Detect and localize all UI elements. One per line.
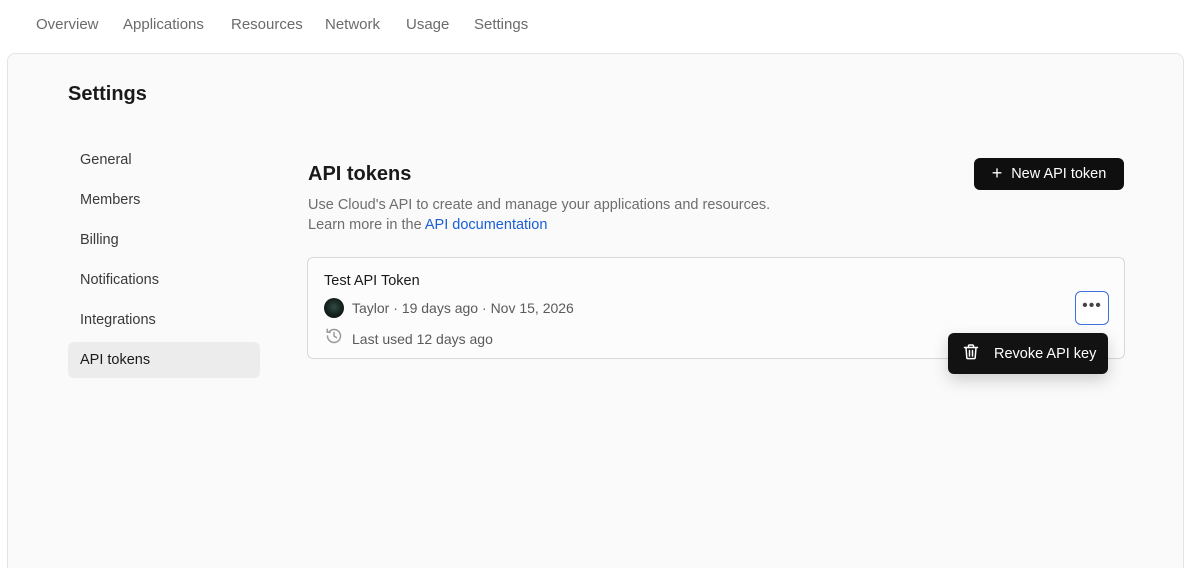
token-owner: Taylor: [352, 300, 390, 316]
api-documentation-link[interactable]: API documentation: [425, 217, 548, 233]
ellipsis-icon: •••: [1082, 296, 1102, 314]
sidebar-item-integrations[interactable]: Integrations: [68, 302, 260, 338]
nav-resources[interactable]: Resources: [231, 16, 303, 34]
token-created: 19 days ago: [401, 300, 479, 316]
meta-separator: ·: [393, 300, 398, 316]
section-description: Use Cloud's API to create and manage you…: [308, 195, 908, 235]
sidebar-item-members[interactable]: Members: [68, 182, 260, 218]
description-line-2-text: Learn more in the: [308, 217, 422, 233]
token-last-used: Last used 12 days ago: [324, 326, 493, 351]
nav-overview[interactable]: Overview: [36, 16, 99, 34]
last-used-text: Last used 12 days ago: [352, 330, 493, 347]
page-title: Settings: [68, 83, 147, 105]
nav-applications[interactable]: Applications: [123, 16, 204, 34]
description-line-1: Use Cloud's API to create and manage you…: [308, 197, 771, 213]
nav-network[interactable]: Network: [325, 16, 380, 34]
settings-panel: Settings General Members Billing Notific…: [7, 53, 1184, 568]
plus-icon: +: [991, 163, 1003, 183]
sidebar-item-billing[interactable]: Billing: [68, 222, 260, 258]
revoke-api-key-menu-item[interactable]: Revoke API key: [948, 333, 1108, 374]
token-expires: Nov 15, 2026: [490, 300, 574, 316]
sidebar-item-notifications[interactable]: Notifications: [68, 262, 260, 298]
description-line-2: Learn more in the API documentation: [308, 215, 908, 235]
avatar: [324, 298, 344, 318]
sidebar-item-api-tokens[interactable]: API tokens: [68, 342, 260, 378]
token-meta: Taylor · 19 days ago · Nov 15, 2026: [324, 298, 574, 318]
top-nav: Overview Applications Resources Network …: [0, 0, 1192, 52]
history-icon: [324, 326, 344, 351]
trash-icon: [962, 343, 980, 365]
section-title: API tokens: [308, 163, 412, 185]
nav-settings[interactable]: Settings: [474, 16, 528, 34]
settings-sidebar: General Members Billing Notifications In…: [68, 142, 260, 382]
sidebar-item-general[interactable]: General: [68, 142, 260, 178]
token-name: Test API Token: [324, 273, 420, 289]
meta-separator: ·: [482, 300, 487, 316]
nav-usage[interactable]: Usage: [406, 16, 449, 34]
revoke-api-key-label: Revoke API key: [994, 345, 1097, 362]
new-api-token-button[interactable]: + New API token: [974, 158, 1124, 190]
token-more-button[interactable]: •••: [1075, 291, 1109, 325]
new-api-token-label: New API token: [1011, 166, 1107, 182]
